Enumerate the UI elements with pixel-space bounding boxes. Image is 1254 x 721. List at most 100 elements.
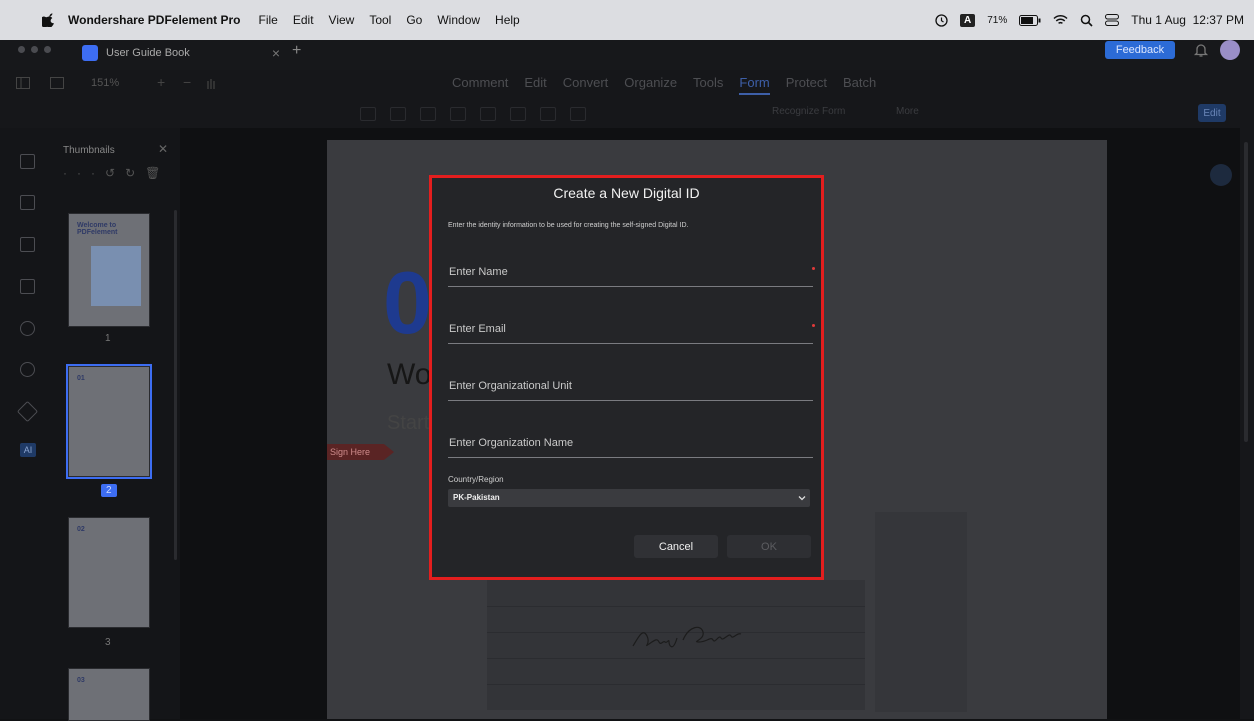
page-thumbnail-3[interactable]: 02 bbox=[68, 517, 150, 628]
radio-tool-icon[interactable] bbox=[420, 107, 436, 121]
scroll-thumb[interactable] bbox=[1244, 142, 1248, 442]
tab-protect[interactable]: Protect bbox=[786, 75, 827, 95]
organizational-unit-placeholder: Enter Organizational Unit bbox=[449, 380, 572, 392]
thumbnail-text: 01 bbox=[77, 375, 85, 382]
email-field[interactable]: Enter Email bbox=[448, 321, 815, 344]
thumbnails-title: Thumbnails bbox=[63, 145, 115, 156]
delete-icon[interactable]: 🗑 bbox=[145, 166, 170, 180]
name-placeholder: Enter Name bbox=[449, 266, 508, 278]
required-indicator bbox=[812, 324, 815, 327]
recognize-form-button[interactable]: Recognize Form bbox=[772, 106, 845, 117]
form-tools-row bbox=[360, 106, 940, 122]
tab-comment[interactable]: Comment bbox=[452, 75, 508, 95]
fields-rail-icon[interactable] bbox=[20, 279, 35, 294]
bookmarks-rail-icon[interactable] bbox=[20, 237, 35, 252]
menu-window[interactable]: Window bbox=[437, 13, 480, 27]
apple-icon[interactable] bbox=[42, 13, 56, 27]
comments-rail-icon[interactable] bbox=[20, 195, 35, 210]
organizational-unit-field[interactable]: Enter Organizational Unit bbox=[448, 378, 813, 401]
menu-help[interactable]: Help bbox=[495, 13, 520, 27]
tab-tools[interactable]: Tools bbox=[693, 75, 723, 95]
tab-edit[interactable]: Edit bbox=[524, 75, 546, 95]
zoom-out-icon[interactable]: − bbox=[183, 74, 191, 90]
dialog-title: Create a New Digital ID bbox=[553, 185, 700, 201]
left-rail: AI bbox=[0, 128, 50, 719]
image-field-tool-icon[interactable] bbox=[540, 107, 556, 121]
clock-icon[interactable] bbox=[935, 13, 948, 27]
battery-icon[interactable] bbox=[1019, 14, 1041, 26]
menu-view[interactable]: View bbox=[329, 13, 355, 27]
spotlight-search-icon[interactable] bbox=[1080, 14, 1093, 27]
country-region-value: PK-Pakistan bbox=[453, 493, 500, 502]
tab-close-icon[interactable]: × bbox=[272, 45, 280, 61]
page-thumbnail-2[interactable]: 01 bbox=[66, 364, 152, 479]
battery-percent: 71% bbox=[987, 14, 1008, 26]
create-digital-id-dialog: Create a New Digital ID Enter the identi… bbox=[429, 175, 824, 580]
ai-float-button[interactable] bbox=[1210, 164, 1232, 186]
notification-bell-icon[interactable] bbox=[1193, 42, 1209, 58]
window-minimize-button[interactable] bbox=[31, 46, 38, 53]
search-rail-icon[interactable] bbox=[20, 362, 35, 377]
thumbnails-rail-icon[interactable] bbox=[20, 154, 35, 169]
new-tab-button[interactable]: + bbox=[292, 42, 301, 60]
menu-edit[interactable]: Edit bbox=[293, 13, 314, 27]
required-indicator bbox=[812, 267, 815, 270]
name-field[interactable]: Enter Name bbox=[448, 264, 815, 287]
page-thumbnail-4[interactable]: 03 bbox=[68, 668, 150, 721]
button-tool-icon[interactable] bbox=[510, 107, 526, 121]
close-thumbnails-icon[interactable]: ✕ bbox=[158, 142, 168, 156]
sign-here-tag[interactable]: Sign Here bbox=[327, 444, 394, 460]
page-subheading: Start bbox=[387, 412, 430, 434]
user-avatar[interactable] bbox=[1220, 40, 1240, 60]
menu-go[interactable]: Go bbox=[406, 13, 422, 27]
thumbnail-scrollbar[interactable] bbox=[174, 210, 177, 560]
ok-button[interactable]: OK bbox=[727, 535, 811, 558]
hand-tool-icon[interactable] bbox=[205, 77, 217, 90]
list-box-tool-icon[interactable] bbox=[480, 107, 496, 121]
cancel-button[interactable]: Cancel bbox=[634, 535, 718, 558]
checkbox-tool-icon[interactable] bbox=[390, 107, 406, 121]
text-field-tool-icon[interactable] bbox=[360, 107, 376, 121]
page-thumbnail-1[interactable]: Welcome to PDFelement bbox=[68, 213, 150, 327]
edit-button[interactable]: Edit bbox=[1198, 104, 1226, 122]
layers-rail-icon[interactable] bbox=[16, 400, 39, 423]
window-zoom-button[interactable] bbox=[44, 46, 51, 53]
zoom-in-icon[interactable]: + bbox=[157, 74, 165, 90]
organization-name-field[interactable]: Enter Organization Name bbox=[448, 435, 813, 458]
combo-box-tool-icon[interactable] bbox=[450, 107, 466, 121]
more-tools-button[interactable]: More bbox=[896, 106, 919, 117]
ai-assistant-rail-icon[interactable]: AI bbox=[20, 443, 36, 457]
thumbnail-text: 03 bbox=[77, 677, 85, 684]
page-side-panel-image bbox=[875, 512, 967, 712]
tab-convert[interactable]: Convert bbox=[563, 75, 609, 95]
wifi-icon[interactable] bbox=[1053, 14, 1068, 26]
page-heading: Wo bbox=[387, 358, 432, 391]
clock-datetime[interactable]: Thu 1 Aug 12:37 PM bbox=[1131, 13, 1244, 27]
rotate-right-icon[interactable]: ↻ bbox=[125, 166, 145, 180]
rotate-left-icon[interactable]: ↺ bbox=[105, 166, 125, 180]
tab-form[interactable]: Form bbox=[739, 75, 770, 95]
sidebar-toggle-icon[interactable] bbox=[16, 77, 30, 89]
attachments-rail-icon[interactable] bbox=[20, 321, 35, 336]
app-name-menu[interactable]: Wondershare PDFelement Pro bbox=[68, 13, 241, 27]
feedback-button[interactable]: Feedback bbox=[1105, 41, 1175, 59]
document-tab[interactable]: User Guide Book × bbox=[82, 41, 280, 65]
tab-organize[interactable]: Organize bbox=[624, 75, 677, 95]
signature-tool-icon[interactable] bbox=[570, 107, 586, 121]
country-region-select[interactable]: PK-Pakistan bbox=[448, 489, 810, 507]
menu-tool[interactable]: Tool bbox=[369, 13, 391, 27]
page-view-icon[interactable] bbox=[50, 77, 64, 89]
zoom-level[interactable]: 151% bbox=[91, 77, 119, 89]
window-close-button[interactable] bbox=[18, 46, 25, 53]
country-region-label: Country/Region bbox=[448, 475, 504, 484]
dialog-description: Enter the identity information to be use… bbox=[448, 222, 689, 229]
control-center-icon[interactable] bbox=[1105, 14, 1120, 26]
input-source-badge[interactable]: A bbox=[960, 13, 976, 27]
more-options-icon[interactable]: ··· bbox=[63, 166, 105, 180]
tab-batch[interactable]: Batch bbox=[843, 75, 876, 95]
signature-image bbox=[632, 626, 742, 648]
menu-file[interactable]: File bbox=[259, 13, 278, 27]
page-number-2: 2 bbox=[101, 484, 117, 497]
right-scrollbar[interactable] bbox=[1240, 128, 1254, 719]
ribbon-tabs: Comment Edit Convert Organize Tools Form… bbox=[452, 75, 876, 95]
